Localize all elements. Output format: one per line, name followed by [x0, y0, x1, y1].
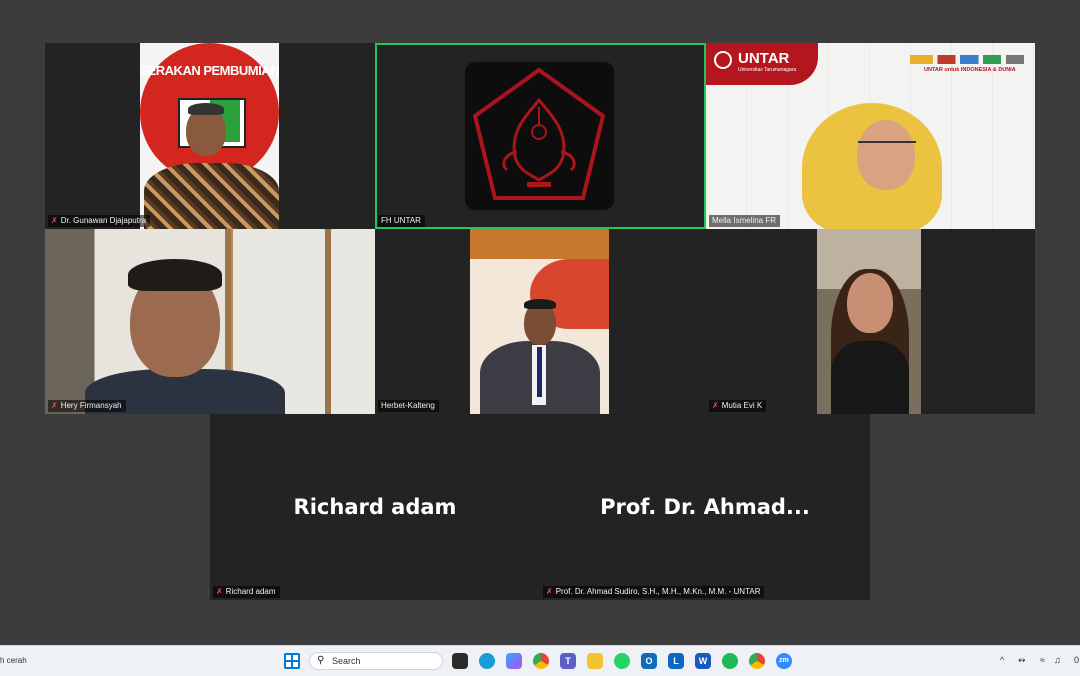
shirt: [144, 163, 279, 229]
copilot-icon[interactable]: [506, 653, 522, 669]
spotify-icon[interactable]: [722, 653, 738, 669]
video-tile-gunawan[interactable]: GERAKAN PEMBUMIAN PANCASILA ✗ Dr. Gunawa…: [45, 43, 375, 229]
chrome-icon[interactable]: [533, 653, 549, 669]
taskbar-search-input[interactable]: ⚲ Search: [309, 652, 443, 670]
search-icon: ⚲: [317, 655, 325, 666]
zoom-icon[interactable]: zm: [776, 653, 792, 669]
volume-icon[interactable]: ♫: [1054, 655, 1061, 665]
untar-logo-icon: [714, 51, 732, 69]
mic-muted-icon: ✗: [51, 216, 58, 225]
clock-text[interactable]: 0: [1074, 655, 1079, 665]
name-tag: Mella Ismelina FR: [709, 215, 781, 227]
glasses: [858, 141, 916, 153]
untar-sub: Universitas Tarumanagara: [738, 67, 797, 73]
video-tile-herbet[interactable]: Herbet-Kalteng: [375, 229, 706, 414]
video-tile-fh-untar[interactable]: FH UNTAR: [375, 43, 706, 229]
weather-text[interactable]: h cerah: [0, 656, 27, 665]
camera-feed: GERAKAN PEMBUMIAN PANCASILA: [140, 43, 279, 229]
teams-icon[interactable]: T: [560, 653, 576, 669]
video-tile-ahmad[interactable]: Prof. Dr. Ahmad... ✗ Prof. Dr. Ahmad Sud…: [540, 414, 870, 600]
widgets-icon[interactable]: [452, 653, 468, 669]
banner-text: GERAKAN PEMBUMIAN PANCASILA: [140, 63, 279, 78]
wifi-icon[interactable]: ≈: [1040, 655, 1045, 665]
untar-logo-banner: UNTAR Universitas Tarumanagara: [706, 43, 818, 85]
mic-muted-icon: ✗: [51, 401, 58, 410]
windows-taskbar: h cerah ⚲ Search T O L W zm ^ ↭ ≈ ♫ 0: [0, 645, 1080, 676]
mic-muted-icon: ✗: [546, 587, 553, 596]
mic-muted-icon: ✗: [216, 587, 223, 596]
mic-muted-icon: ✗: [712, 401, 719, 410]
name-tag: ✗ Prof. Dr. Ahmad Sudiro, S.H., M.H., M.…: [543, 586, 765, 598]
untar-slogan: UNTAR untuk INDONESIA & DUNIA: [924, 67, 1016, 73]
untar-logo-text: UNTAR: [738, 50, 790, 67]
participant-display-name: Richard adam: [293, 495, 457, 519]
untar-crest-icon: [465, 62, 614, 210]
file-explorer-icon[interactable]: [587, 653, 603, 669]
word-icon[interactable]: W: [695, 653, 711, 669]
windows-start-icon[interactable]: [284, 653, 300, 669]
edge-icon[interactable]: [479, 653, 495, 669]
name-tag: Herbet-Kalteng: [378, 400, 439, 412]
name-tag: ✗ Hery Firmansyah: [48, 400, 126, 412]
name-tag: ✗ Richard adam: [213, 586, 280, 598]
name-tag: ✗ Dr. Gunawan Djajaputra: [48, 215, 151, 227]
participant-display-name: Prof. Dr. Ahmad...: [600, 495, 810, 519]
whatsapp-icon[interactable]: [614, 653, 630, 669]
network-tray-icon[interactable]: ↭: [1018, 655, 1026, 666]
name-tag: FH UNTAR: [378, 215, 425, 227]
top: [831, 341, 909, 414]
partner-logos: [910, 55, 1024, 64]
outlook-icon[interactable]: O: [641, 653, 657, 669]
video-tile-mutia[interactable]: ✗ Mutia Evi K: [706, 229, 1035, 414]
linkedin-icon[interactable]: L: [668, 653, 684, 669]
video-tile-richard[interactable]: Richard adam ✗ Richard adam: [210, 414, 540, 600]
camera-feed: [817, 229, 921, 414]
name-tag: ✗ Mutia Evi K: [709, 400, 767, 412]
video-tile-mella[interactable]: UNTAR Universitas Tarumanagara UNTAR unt…: [706, 43, 1035, 229]
tray-chevron-icon[interactable]: ^: [1000, 655, 1004, 665]
camera-feed: [470, 229, 609, 414]
video-tile-hery[interactable]: ✗ Hery Firmansyah: [45, 229, 375, 414]
chrome-alt-icon[interactable]: [749, 653, 765, 669]
